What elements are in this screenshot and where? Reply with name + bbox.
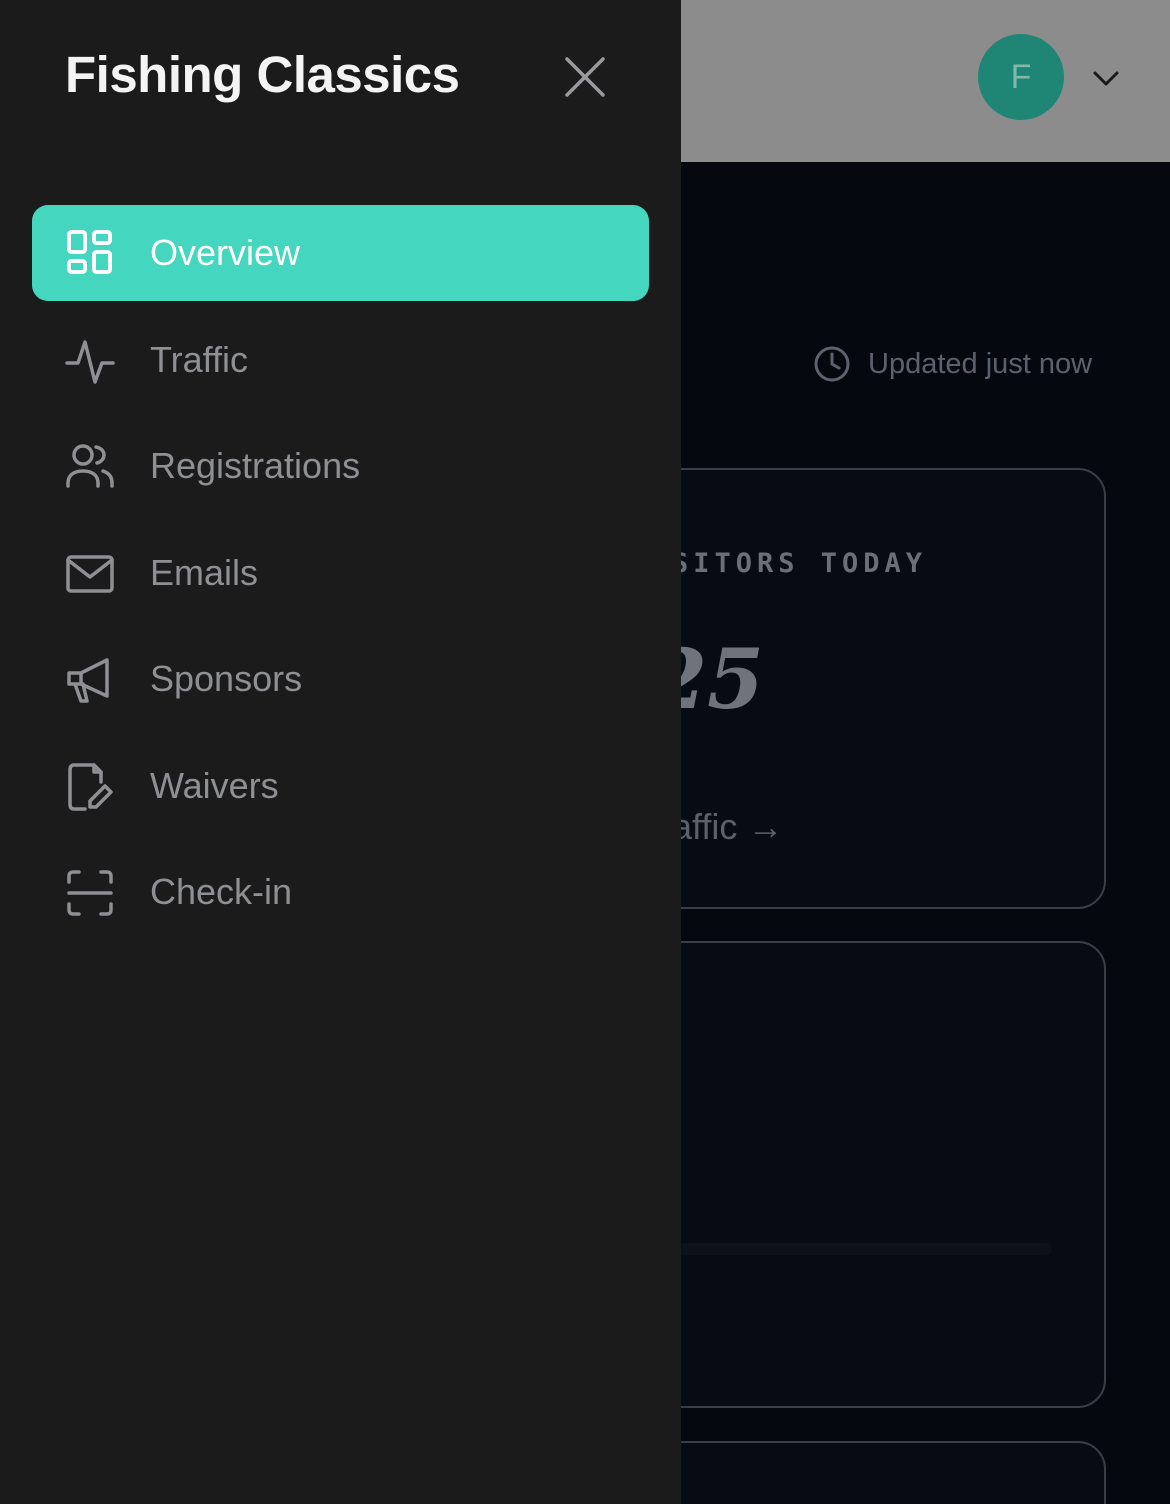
close-icon bbox=[565, 57, 605, 97]
activity-icon bbox=[65, 336, 115, 386]
sidebar-item-sponsors[interactable]: Sponsors bbox=[32, 631, 649, 727]
app-screen: F Updated just now SITORS TODAY 25 raffi… bbox=[0, 0, 1170, 1504]
scan-icon bbox=[65, 868, 115, 918]
avatar[interactable]: F bbox=[978, 34, 1064, 120]
updated-status: Updated just now bbox=[812, 344, 1092, 384]
chevron-down-icon[interactable] bbox=[1090, 62, 1122, 94]
sidebar-item-label: Traffic bbox=[150, 338, 249, 380]
sidebar-item-label: Sponsors bbox=[150, 658, 303, 699]
visitors-label: SITORS TODAY bbox=[672, 548, 928, 579]
sidebar-item-label: Waivers bbox=[150, 764, 279, 806]
users-icon bbox=[65, 442, 115, 492]
megaphone-icon bbox=[65, 655, 115, 705]
sidebar-item-label: Registrations bbox=[150, 445, 361, 486]
sidebar-item-waivers[interactable]: Waivers bbox=[32, 738, 649, 834]
file-edit-icon bbox=[65, 762, 115, 812]
sidebar-nav: Overview Traffic Registrations Emails Sp… bbox=[32, 205, 649, 951]
sidebar-item-check-in[interactable]: Check-in bbox=[32, 844, 649, 940]
close-button[interactable] bbox=[560, 52, 610, 102]
clock-icon bbox=[814, 346, 850, 382]
sidebar-item-label: Emails bbox=[150, 551, 259, 593]
sidebar-item-emails[interactable]: Emails bbox=[32, 525, 649, 621]
sidebar-item-label: Check-in bbox=[150, 871, 293, 912]
sidebar-item-label: Overview bbox=[150, 232, 301, 273]
nav-drawer: Fishing Classics Overview Traffic Regist… bbox=[0, 0, 681, 1504]
brand-title: Fishing Classics bbox=[65, 46, 460, 103]
sidebar-item-registrations[interactable]: Registrations bbox=[32, 418, 649, 514]
grid-icon bbox=[65, 229, 115, 279]
mail-icon bbox=[65, 549, 115, 599]
updated-text: Updated just now bbox=[868, 347, 1093, 380]
sidebar-item-overview[interactable]: Overview bbox=[32, 205, 649, 301]
sidebar-item-traffic[interactable]: Traffic bbox=[32, 312, 649, 408]
